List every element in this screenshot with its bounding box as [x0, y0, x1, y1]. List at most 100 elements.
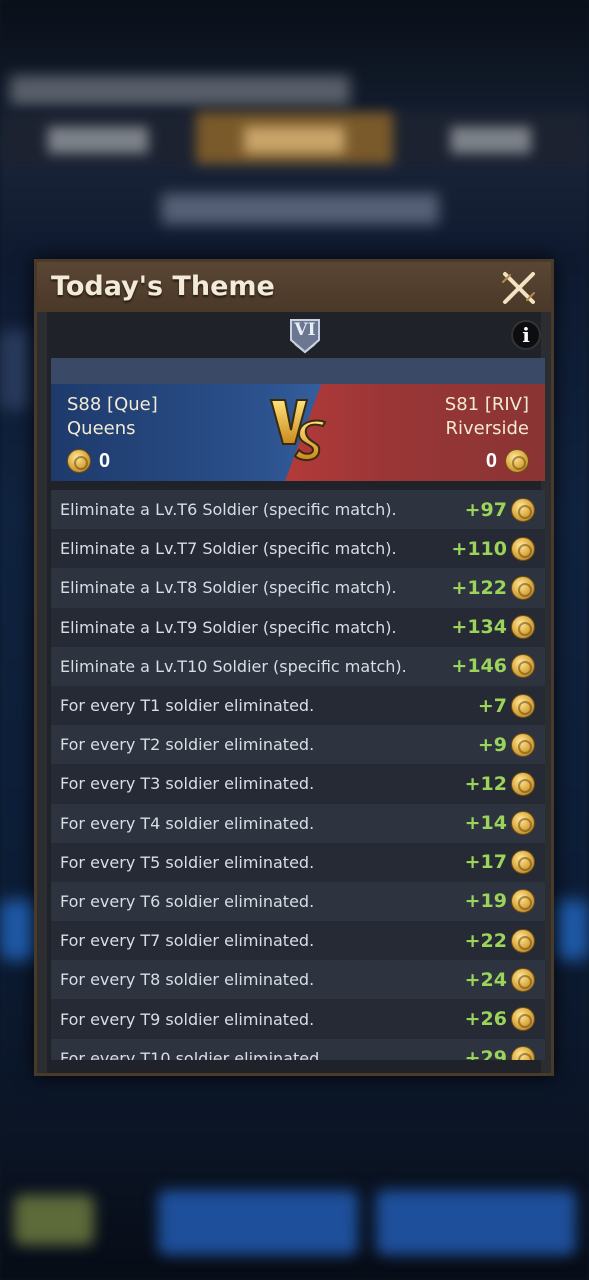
task-reward-value: +29 [464, 1047, 507, 1060]
left-team-score: 0 [67, 449, 110, 473]
task-reward-value: +24 [464, 968, 507, 991]
task-row: Eliminate a Lv.T8 Soldier (specific matc… [51, 568, 545, 608]
task-reward-value: +7 [477, 694, 507, 717]
task-reward-value: +97 [464, 498, 507, 521]
rank-badge: VI [289, 318, 321, 354]
task-reward-value: +19 [464, 890, 507, 913]
coin-icon [511, 967, 535, 992]
right-team-score-value: 0 [485, 449, 497, 472]
dialog-body: VI i S88 [Que] Queens 0 S81 [RIV] Rivers… [37, 312, 551, 1073]
coin-icon [511, 1046, 535, 1060]
task-row: For every T7 soldier eliminated. +22 [51, 921, 545, 961]
background-header-blurred: ▇▇▇▇▇▇▇▇▇▇▇▇▇▇▇▇▇▇▇ [10, 73, 350, 104]
task-row: For every T8 soldier eliminated. +24 [51, 960, 545, 1000]
task-reward: +146 [451, 654, 535, 679]
task-reward-value: +110 [451, 537, 507, 560]
left-team-info: S88 [Que] Queens [67, 393, 158, 441]
task-reward: +29 [465, 1046, 535, 1060]
task-reward: +22 [464, 928, 535, 953]
task-description: For every T4 soldier eliminated. [60, 813, 315, 833]
right-team-server: S81 [RIV] [444, 394, 529, 415]
dialog-header: Today's Theme [37, 262, 551, 312]
task-reward: +24 [464, 967, 535, 992]
task-reward-value: +14 [464, 812, 507, 835]
coin-icon [511, 811, 535, 836]
background-bottom-bar-blurred [0, 1185, 589, 1265]
task-reward: +14 [464, 811, 535, 836]
coin-icon [511, 771, 535, 796]
coin-icon [511, 497, 535, 522]
coin-icon [511, 928, 535, 953]
task-row: For every T2 soldier eliminated. +9 [51, 725, 545, 765]
task-reward-value: +146 [451, 655, 507, 678]
vs-logo-icon [269, 399, 327, 462]
left-team-name: Queens [67, 418, 136, 439]
task-description: For every T8 soldier eliminated. [60, 970, 315, 990]
background-title-blurred: ▇▇▇▇▇▇▇▇▇▇▇▇ [161, 191, 439, 224]
task-reward-value: +12 [464, 772, 507, 795]
task-reward: +122 [451, 575, 535, 600]
task-description: For every T6 soldier eliminated. [60, 891, 315, 911]
coin-icon [511, 575, 535, 600]
task-description: For every T9 soldier eliminated. [60, 1009, 315, 1029]
task-reward: +19 [464, 889, 535, 914]
right-team-name: Riverside [445, 418, 529, 439]
task-description: For every T7 soldier eliminated. [60, 931, 315, 951]
dialog-title: Today's Theme [51, 271, 275, 302]
coin-icon [67, 449, 91, 473]
task-reward: +17 [464, 850, 535, 875]
coin-icon [511, 693, 535, 718]
task-reward: +12 [464, 771, 535, 796]
task-row: Eliminate a Lv.T10 Soldier (specific mat… [51, 646, 545, 686]
task-row: For every T6 soldier eliminated. +19 [51, 881, 545, 922]
task-reward: +9 [477, 732, 535, 757]
task-row: For every T1 soldier eliminated. +7 [51, 685, 545, 726]
versus-banner: S88 [Que] Queens 0 S81 [RIV] Riverside 0 [51, 358, 545, 481]
task-row: For every T9 soldier eliminated. +26 [51, 999, 545, 1039]
coin-icon [511, 654, 535, 679]
task-reward: +7 [477, 693, 535, 718]
coin-icon [511, 615, 535, 640]
left-team-server: S88 [Que] [67, 394, 158, 415]
task-reward-value: +17 [464, 851, 507, 874]
task-row: For every T10 soldier eliminated. +29 [51, 1038, 545, 1060]
right-team-score: 0 [486, 449, 529, 473]
task-reward-value: +122 [451, 576, 507, 599]
task-reward: +134 [451, 615, 535, 640]
task-description: For every T2 soldier eliminated. [60, 735, 315, 755]
coin-icon [511, 732, 535, 757]
task-description: For every T5 soldier eliminated. [60, 852, 315, 872]
coin-icon [511, 850, 535, 875]
left-team-score-value: 0 [99, 449, 111, 472]
close-icon [502, 272, 535, 304]
coin-icon [505, 449, 529, 473]
rank-label: VI [294, 320, 316, 340]
task-row: For every T3 soldier eliminated. +12 [51, 764, 545, 804]
coin-icon [511, 536, 535, 561]
task-reward: +97 [464, 497, 535, 522]
task-description: Eliminate a Lv.T10 Soldier (specific mat… [60, 656, 407, 676]
close-button[interactable] [499, 268, 539, 308]
task-row: Eliminate a Lv.T6 Soldier (specific matc… [51, 490, 545, 530]
task-reward-value: +22 [464, 929, 507, 952]
task-description: Eliminate a Lv.T9 Soldier (specific matc… [60, 617, 397, 637]
task-reward: +110 [451, 536, 535, 561]
task-list[interactable]: Eliminate a Lv.T6 Soldier (specific matc… [51, 490, 545, 1060]
task-description: For every T3 soldier eliminated. [60, 774, 315, 794]
task-description: Eliminate a Lv.T6 Soldier (specific matc… [60, 500, 397, 520]
task-description: Eliminate a Lv.T7 Soldier (specific matc… [60, 539, 397, 559]
task-reward-value: +9 [477, 733, 507, 756]
task-row: For every T5 soldier eliminated. +17 [51, 842, 545, 882]
background-tabs-blurred: ▇▇▇▇▇ ▇▇▇▇▇ ▇▇▇▇ [0, 112, 589, 164]
task-row: Eliminate a Lv.T7 Soldier (specific matc… [51, 529, 545, 569]
info-button[interactable]: i [511, 320, 541, 350]
coin-icon [511, 1007, 535, 1032]
right-team-info: S81 [RIV] Riverside [445, 393, 529, 441]
task-row: Eliminate a Lv.T9 Soldier (specific matc… [51, 607, 545, 647]
task-description: For every T1 soldier eliminated. [60, 696, 315, 716]
todays-theme-dialog: Today's Theme VI i S88 [Que] Queens 0 S8… [34, 259, 554, 1076]
task-reward-value: +134 [451, 616, 507, 639]
task-reward: +26 [465, 1007, 535, 1032]
info-icon: i [522, 323, 530, 347]
task-row: For every T4 soldier eliminated. +14 [51, 803, 545, 843]
